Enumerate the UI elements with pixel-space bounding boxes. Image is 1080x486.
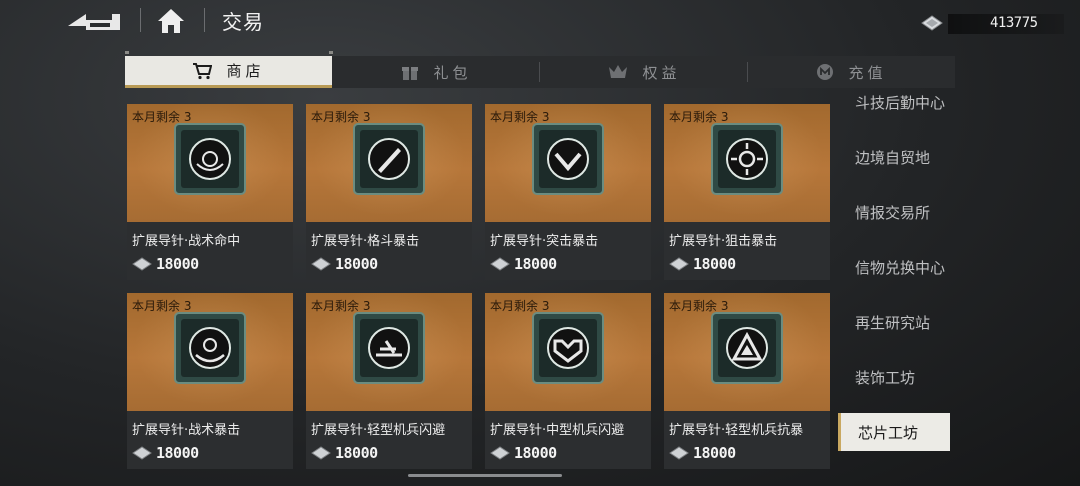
crown-icon	[608, 64, 628, 80]
item-card[interactable]: 本月剩余 3 扩展导针·轻型机兵抗暴 18000	[664, 293, 830, 469]
tab-label: 商店	[226, 62, 265, 80]
chip-dash-icon	[353, 312, 425, 384]
home-button[interactable]	[156, 7, 188, 35]
tab-label: 礼包	[433, 63, 472, 82]
side-item-border-trade[interactable]: 边境自贸地	[855, 147, 930, 168]
item-name: 扩展导针·战术暴击	[132, 423, 241, 438]
item-name: 扩展导针·中型机兵闪避	[490, 423, 625, 438]
item-price: 18000	[132, 444, 199, 462]
monthly-remaining: 本月剩余 3	[311, 299, 371, 313]
side-item-intel-exchange[interactable]: 情报交易所	[855, 202, 930, 223]
chip-blade-icon	[353, 123, 425, 195]
chip-swirl-icon	[174, 312, 246, 384]
item-price: 18000	[132, 255, 199, 273]
side-nav: 斗技后勤中心 边境自贸地 情报交易所 信物兑换中心 再生研究站 装饰工坊 芯片工…	[835, 90, 955, 470]
item-card[interactable]: 本月剩余 3 扩展导针·格斗暴击 18000	[306, 104, 472, 280]
chip-triangle-icon	[711, 312, 783, 384]
back-button[interactable]	[66, 8, 124, 34]
item-card[interactable]: 本月剩余 3 扩展导针·中型机兵闪避 18000	[485, 293, 651, 469]
item-card[interactable]: 本月剩余 3 扩展导针·轻型机兵闪避 18000	[306, 293, 472, 469]
side-item-token-exchange[interactable]: 信物兑换中心	[855, 257, 945, 278]
monthly-remaining: 本月剩余 3	[669, 110, 729, 124]
item-price: 18000	[490, 255, 557, 273]
chip-crosshair-icon	[711, 123, 783, 195]
crystal-gem-icon	[921, 15, 943, 31]
chip-shield-m-icon	[532, 312, 604, 384]
currency-amount: 413775	[990, 15, 1038, 31]
item-name: 扩展导针·轻型机兵抗暴	[669, 423, 804, 438]
monthly-remaining: 本月剩余 3	[132, 299, 192, 313]
item-price: 18000	[490, 444, 557, 462]
crystal-gem-icon	[490, 446, 510, 460]
monthly-remaining: 本月剩余 3	[669, 299, 729, 313]
side-item-decor-workshop[interactable]: 装饰工坊	[855, 367, 915, 388]
side-item-regen-lab[interactable]: 再生研究站	[855, 312, 930, 333]
monthly-remaining: 本月剩余 3	[490, 110, 550, 124]
coin-icon	[816, 63, 834, 81]
tab-bar: 商店 礼包 权益 充值	[125, 56, 955, 88]
item-name: 扩展导针·狙击暴击	[669, 234, 778, 249]
divider	[140, 8, 141, 32]
monthly-remaining: 本月剩余 3	[132, 110, 192, 124]
item-name: 扩展导针·轻型机兵闪避	[311, 423, 446, 438]
item-name: 扩展导针·突击暴击	[490, 234, 599, 249]
chip-chevron-burst-icon	[532, 123, 604, 195]
item-price: 18000	[669, 255, 736, 273]
item-name: 扩展导针·战术命中	[132, 234, 241, 249]
crystal-gem-icon	[311, 257, 331, 271]
item-price: 18000	[311, 444, 378, 462]
crystal-gem-icon	[669, 257, 689, 271]
price-value: 18000	[156, 255, 199, 273]
item-card[interactable]: 本月剩余 3 扩展导针·狙击暴击 18000	[664, 104, 830, 280]
divider	[204, 8, 205, 32]
crystal-gem-icon	[490, 257, 510, 271]
tab-indicator-frame	[125, 51, 333, 54]
item-name: 扩展导针·格斗暴击	[311, 234, 420, 249]
side-item-chip-workshop[interactable]: 芯片工坊	[838, 413, 950, 451]
item-grid: 本月剩余 3 扩展导针·战术命中 18000 本月剩余 3 扩展导针·格斗暴击 …	[127, 104, 832, 470]
price-value: 18000	[693, 444, 736, 462]
price-value: 18000	[335, 255, 378, 273]
tab-shop[interactable]: 商店	[125, 56, 332, 88]
back-arrow-icon	[68, 14, 120, 30]
tab-gift-pack[interactable]: 礼包	[333, 56, 540, 88]
scroll-indicator[interactable]	[408, 474, 562, 477]
page-title: 交易	[222, 10, 264, 34]
item-card[interactable]: 本月剩余 3 扩展导针·突击暴击 18000	[485, 104, 651, 280]
tab-benefits[interactable]: 权益	[541, 56, 748, 88]
monthly-remaining: 本月剩余 3	[490, 299, 550, 313]
crystal-gem-icon	[669, 446, 689, 460]
monthly-remaining: 本月剩余 3	[311, 110, 371, 124]
price-value: 18000	[514, 444, 557, 462]
item-card[interactable]: 本月剩余 3 扩展导针·战术命中 18000	[127, 104, 293, 280]
item-price: 18000	[311, 255, 378, 273]
top-bar: 交易 413775	[0, 0, 1080, 44]
crystal-gem-icon	[311, 446, 331, 460]
divider	[539, 62, 540, 82]
item-card[interactable]: 本月剩余 3 扩展导针·战术暴击 18000	[127, 293, 293, 469]
tab-label: 权益	[642, 63, 681, 82]
item-price: 18000	[669, 444, 736, 462]
cart-icon	[192, 62, 213, 80]
side-item-logistics[interactable]: 斗技后勤中心	[855, 92, 945, 113]
crystal-gem-icon	[132, 257, 152, 271]
home-icon	[158, 9, 184, 33]
price-value: 18000	[156, 444, 199, 462]
tab-label: 充值	[848, 63, 887, 82]
crystal-gem-icon	[132, 446, 152, 460]
price-value: 18000	[693, 255, 736, 273]
gift-icon	[401, 63, 419, 81]
tab-recharge[interactable]: 充值	[748, 56, 955, 88]
price-value: 18000	[335, 444, 378, 462]
chip-target-swirl-icon	[174, 123, 246, 195]
price-value: 18000	[514, 255, 557, 273]
